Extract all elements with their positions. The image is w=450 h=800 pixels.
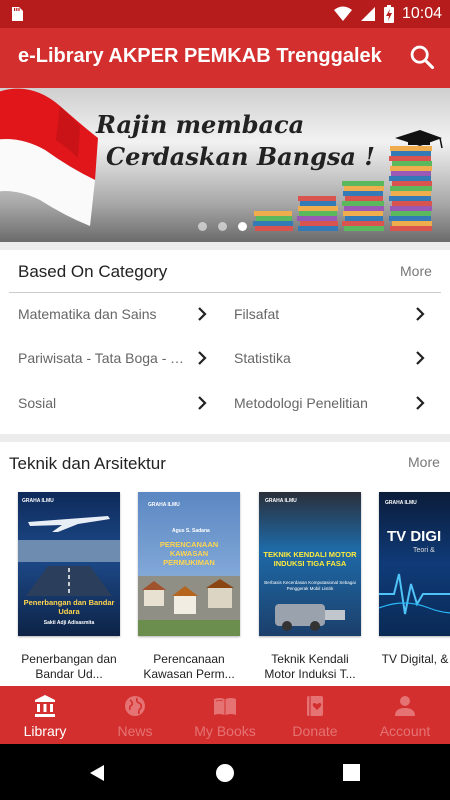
nav-account[interactable]: Account [360,686,450,744]
book-cover: GRAHA ILMU TV DIGI Teori & [379,492,450,636]
wifi-icon [333,6,352,21]
cover-publisher: GRAHA ILMU [385,500,417,506]
carousel-dot[interactable] [218,222,227,231]
status-bar: 10:04 [0,0,450,28]
cover-publisher: GRAHA ILMU [22,498,54,504]
app-bar: e-Library AKPER PEMKAB Trenggalek [0,28,450,88]
category-item[interactable]: Pariwisata - Tata Boga - T... [18,338,210,378]
book-item[interactable]: GRAHA ILMU TV DIGI Teori & TV Digital, &… [379,492,450,682]
housing-image [138,576,240,636]
books-card: Teknik dan Arsitektur More GRAHA ILMU Pe… [0,442,450,686]
book-cover: GRAHA ILMU Agus S. Sadana PERENCANAAN KA… [138,492,240,636]
cover-subtitle: Berbasis Kecerdasan Komputasional Sebaga… [264,580,356,591]
nav-account-label: Account [379,723,431,739]
category-item[interactable]: Sosial [18,383,210,423]
category-card: Based On Category More Matematika dan Sa… [0,250,450,434]
nav-library[interactable]: Library [0,686,90,744]
carousel-dot[interactable] [198,222,207,231]
bottom-navigation: Library News My Books Donate Account [0,686,450,744]
category-item-label: Statistika [234,350,291,366]
category-item-label: Matematika dan Sains [18,306,157,322]
nav-library-label: Library [23,723,67,739]
system-navigation-bar [0,744,450,800]
chevron-right-icon [416,396,425,410]
cover-author: Agus S. Sadana [172,528,210,534]
recents-icon[interactable] [343,764,360,781]
category-item-label: Sosial [18,395,57,411]
home-icon[interactable] [215,763,235,783]
book-item[interactable]: GRAHA ILMU Penerbangan dan Bandar Udara … [18,492,120,682]
chevron-right-icon [416,307,425,321]
nav-my-books[interactable]: My Books [180,686,270,744]
library-icon [35,695,55,717]
heart-book-icon [307,696,323,716]
cover-title: Penerbangan dan Bandar Udara [23,598,115,616]
category-item-label: Pariwisata - Tata Boga - T... [18,350,188,366]
sd-card-icon [12,7,23,21]
banner-carousel[interactable]: Rajin membaca Cerdaskan Bangsa ! [0,88,450,242]
signal-wave-image [379,573,450,615]
chevron-right-icon [198,351,207,365]
airplane-image [18,516,120,596]
cover-author: Sakti Adji Adisasmita [43,620,95,626]
chevron-right-icon [198,396,207,410]
search-icon[interactable] [408,43,436,71]
cover-title: TEKNIK KENDALI MOTOR INDUKSI TIGA FASA [263,550,357,568]
category-item[interactable]: Statistika [234,338,428,378]
nav-news[interactable]: News [90,686,180,744]
book-cover: GRAHA ILMU TEKNIK KENDALI MOTOR INDUKSI … [259,492,361,636]
nav-donate[interactable]: Donate [270,686,360,744]
signal-icon [360,7,375,21]
globe-icon [125,696,145,716]
book-item[interactable]: GRAHA ILMU TEKNIK KENDALI MOTOR INDUKSI … [259,492,361,682]
book-title: TV Digital, & Siste [381,652,450,666]
carousel-dot-active[interactable] [238,222,247,231]
person-icon [395,696,415,716]
book-title: Teknik Kendali Motor Induksi T... [264,652,356,681]
book-title: Perencanaan Kawasan Perm... [143,652,235,681]
back-icon[interactable] [88,764,106,782]
cover-publisher: GRAHA ILMU [265,498,297,504]
divider [9,292,441,293]
book-stacks-image [253,130,443,231]
cover-subtitle: Teori & [413,547,435,554]
cover-publisher: GRAHA ILMU [148,502,180,508]
status-time: 10:04 [401,5,442,22]
chevron-right-icon [198,307,207,321]
book-item[interactable]: GRAHA ILMU Agus S. Sadana PERENCANAAN KA… [138,492,240,682]
cover-title: TV DIGI [387,528,442,545]
category-item[interactable]: Filsafat [234,294,428,334]
chevron-right-icon [416,351,425,365]
book-open-icon [214,698,236,715]
motor-image [275,604,345,631]
battery-charging-icon [383,5,394,23]
app-title: e-Library AKPER PEMKAB Trenggalek [18,45,382,67]
nav-news-label: News [117,723,153,739]
category-section-title: Based On Category [18,262,168,281]
category-item[interactable]: Matematika dan Sains [18,294,210,334]
carousel-indicator [198,222,247,231]
cover-title: PERENCANAAN KAWASAN PERMUKIMAN [159,540,219,567]
category-item[interactable]: Metodologi Penelitian [234,383,428,423]
book-title: Penerbangan dan Bandar Ud... [21,652,117,681]
books-more-link[interactable]: More [408,454,440,470]
books-section-title: Teknik dan Arsitektur [9,454,166,473]
nav-donate-label: Donate [292,723,338,739]
book-cover: GRAHA ILMU Penerbangan dan Bandar Udara … [18,492,120,636]
category-item-label: Filsafat [234,306,280,322]
category-item-label: Metodologi Penelitian [234,395,368,411]
nav-my-books-label: My Books [194,723,256,739]
category-more-link[interactable]: More [400,263,432,279]
flag-image [0,88,98,226]
